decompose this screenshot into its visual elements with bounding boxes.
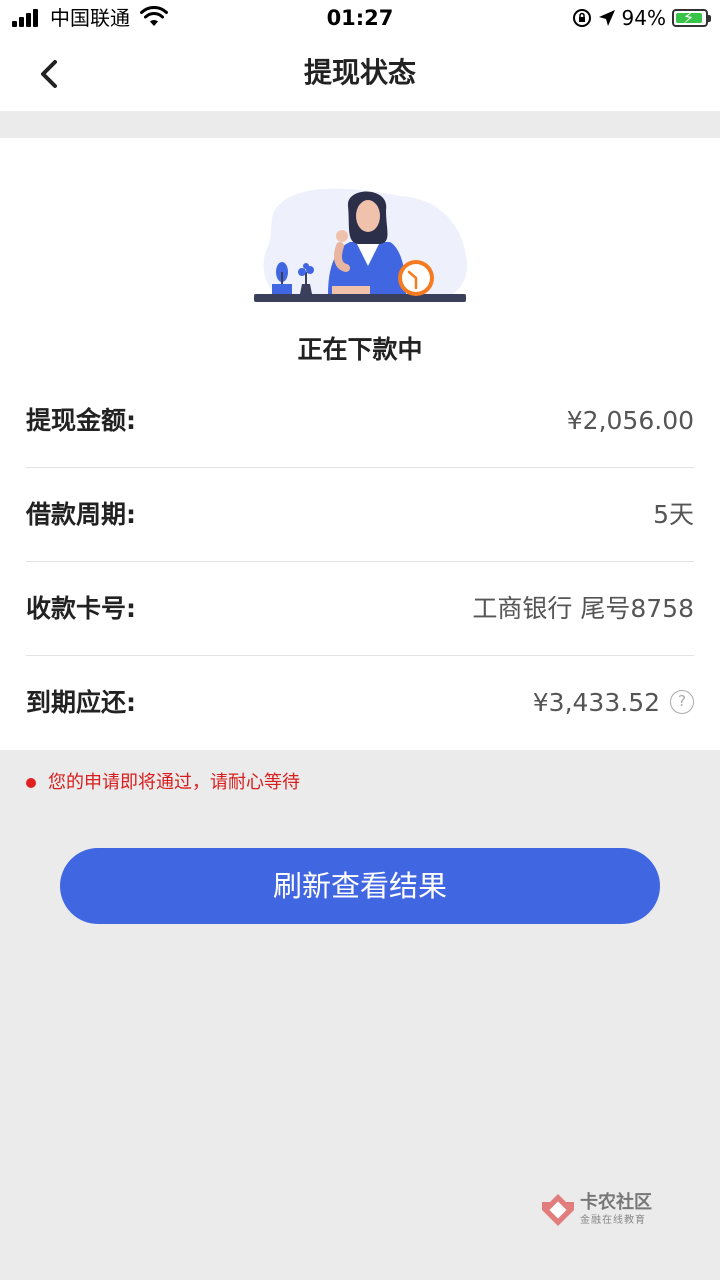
- detail-row-term: 借款周期: 5天: [26, 468, 694, 562]
- term-label: 借款周期:: [26, 500, 136, 529]
- page-title: 提现状态: [303, 56, 416, 89]
- watermark-subtitle: 金融在线教育: [580, 1215, 646, 1226]
- detail-row-due: 到期应还: ¥3,433.52 ?: [26, 656, 694, 750]
- card-label: 收款卡号:: [26, 594, 136, 623]
- battery-icon: ⚡: [672, 9, 711, 27]
- help-question-icon[interactable]: ?: [670, 690, 694, 714]
- status-bar: 中国联通 01:27 94% ⚡: [0, 0, 720, 36]
- term-value: 5天: [653, 500, 694, 529]
- waiting-illustration: [254, 188, 467, 302]
- location-arrow-icon: [598, 10, 615, 26]
- detail-row-card: 收款卡号: 工商银行 尾号8758: [26, 562, 694, 656]
- detail-row-amount: 提现金额: ¥2,056.00: [26, 374, 694, 468]
- status-card: 正在下款中 提现金额: ¥2,056.00 借款周期: 5天 收款卡号: 工商银…: [0, 138, 720, 750]
- notice-text: 您的申请即将通过，请耐心等待: [48, 772, 300, 793]
- status-text: 正在下款中: [297, 335, 423, 364]
- watermark: 卡农社区 金融在线教育: [540, 1190, 670, 1234]
- red-dot-icon: [26, 778, 36, 788]
- orientation-lock-icon: [572, 9, 591, 27]
- notice-message: 您的申请即将通过，请耐心等待: [26, 770, 300, 796]
- card-value: 工商银行 尾号8758: [472, 594, 694, 623]
- refresh-result-button[interactable]: 刷新查看结果: [60, 848, 660, 924]
- due-value: ¥3,433.52: [532, 688, 660, 717]
- due-label: 到期应还:: [26, 688, 136, 717]
- nav-bar: 提现状态: [0, 36, 720, 111]
- status-right: 94% ⚡: [572, 6, 711, 30]
- battery-percent: 94%: [621, 6, 666, 30]
- amount-label: 提现金额:: [26, 406, 136, 435]
- amount-value: ¥2,056.00: [566, 406, 694, 435]
- watermark-title: 卡农社区: [580, 1192, 652, 1213]
- community-logo-icon: [542, 1194, 574, 1226]
